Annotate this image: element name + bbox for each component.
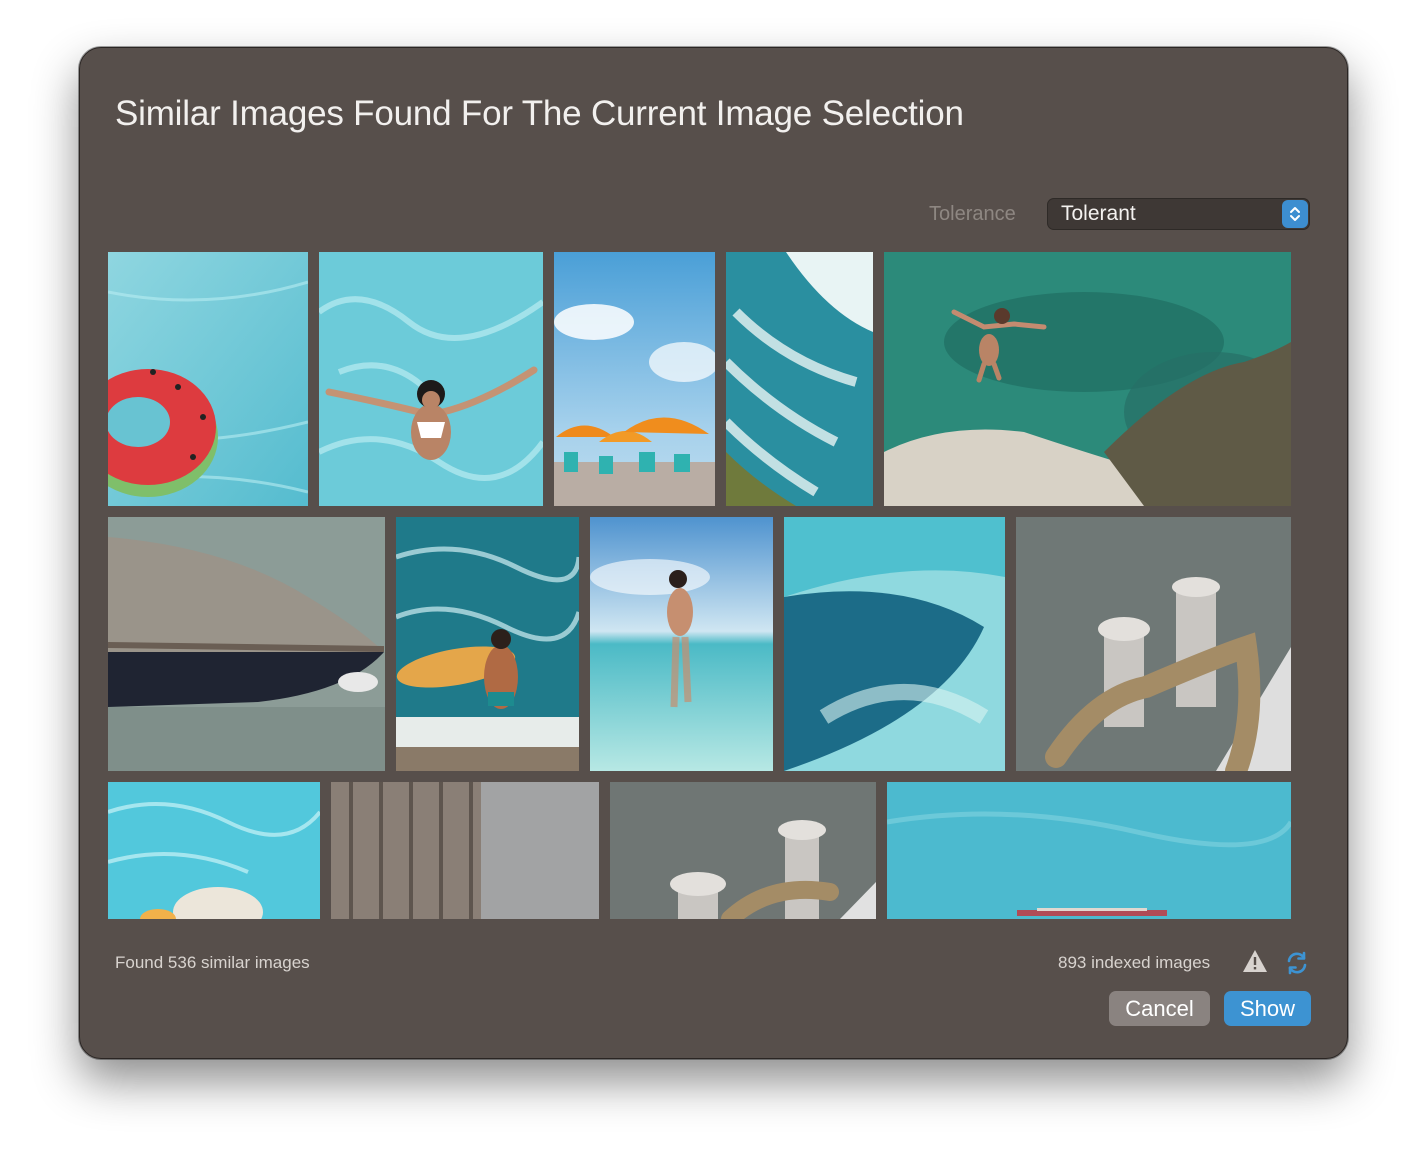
thumbnail-wooden-planks[interactable] — [331, 782, 599, 919]
thumbnail-wooden-boat[interactable] — [108, 517, 385, 771]
thumbnail-watermelon-float[interactable] — [108, 252, 308, 506]
thumbnail-rope-bollards[interactable] — [610, 782, 876, 919]
thumbnail-turquoise-water[interactable] — [784, 517, 1005, 771]
thumbnail-cliff-jumper[interactable] — [884, 252, 1291, 506]
thumbnail-mooring-rope[interactable] — [1016, 517, 1291, 771]
tolerance-label: Tolerance — [929, 203, 1016, 225]
similar-images-dialog: Similar Images Found For The Current Ima… — [79, 47, 1348, 1059]
thumbnail-boat-turquoise[interactable] — [887, 782, 1291, 919]
chevron-up-down-icon — [1282, 200, 1308, 228]
indexed-count-text: 893 indexed images — [1058, 953, 1211, 972]
thumbnail-aerial-waves[interactable] — [726, 252, 873, 506]
thumbnail-woman-swimming[interactable] — [319, 252, 543, 506]
cancel-button[interactable]: Cancel — [1109, 991, 1210, 1026]
thumbnail-surfer[interactable] — [396, 517, 579, 771]
thumbnail-sun-hat-pool[interactable] — [108, 782, 320, 919]
thumbnail-beach-umbrellas[interactable] — [554, 252, 715, 506]
show-button[interactable]: Show — [1224, 991, 1311, 1026]
found-count-text: Found 536 similar images — [115, 953, 310, 972]
tolerance-select[interactable]: Tolerant — [1047, 198, 1310, 230]
image-grid — [108, 252, 1291, 919]
tolerance-select-value: Tolerant — [1061, 202, 1136, 225]
dialog-title: Similar Images Found For The Current Ima… — [115, 94, 964, 133]
warning-triangle-icon[interactable] — [1242, 949, 1268, 973]
refresh-icon[interactable] — [1283, 949, 1311, 977]
thumbnail-woman-wading[interactable] — [590, 517, 773, 771]
